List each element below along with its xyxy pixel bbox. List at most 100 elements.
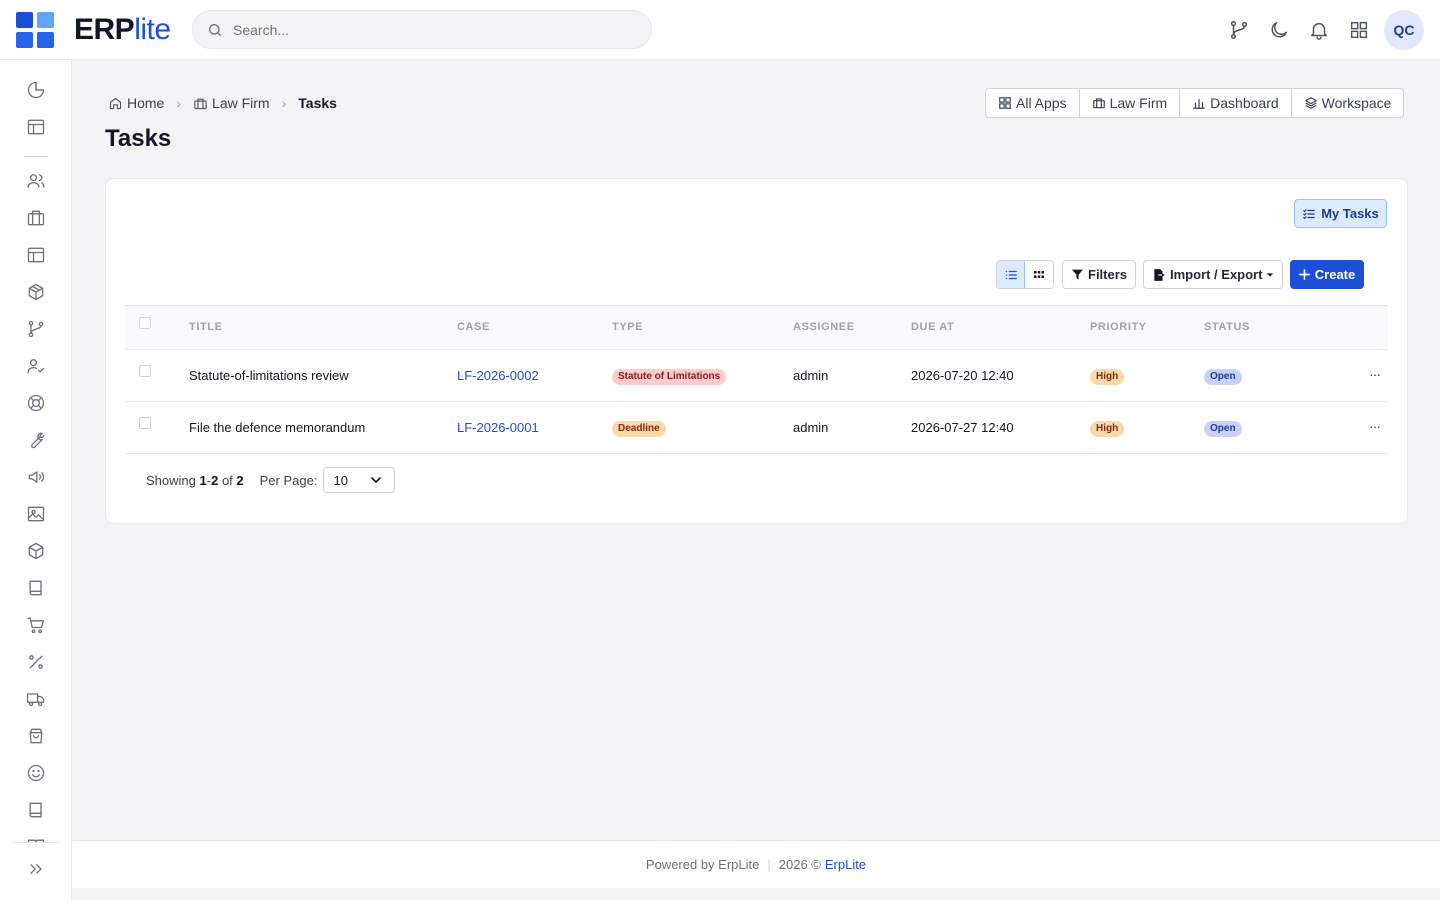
pie-chart-icon[interactable] <box>26 80 46 100</box>
caret-down-icon <box>1266 271 1274 279</box>
book-icon[interactable] <box>26 578 46 598</box>
breadcrumb-law-firm-label: Law Firm <box>212 95 270 111</box>
row-actions-icon[interactable]: ··· <box>1369 418 1381 434</box>
powered-by: Powered by ErpLite <box>645 857 760 872</box>
file-export-icon <box>1152 268 1166 282</box>
wrench-icon[interactable] <box>26 430 46 450</box>
grid-icon <box>998 96 1012 110</box>
dashboard-button[interactable]: Dashboard <box>1179 89 1291 117</box>
smile-icon[interactable] <box>26 763 46 783</box>
status-badge: Open <box>1204 421 1242 437</box>
pagination: Showing 1-2 of 2 Per Page: 10 <box>146 467 396 493</box>
breadcrumb-home[interactable]: Home <box>108 95 164 111</box>
workspace-label: Workspace <box>1321 95 1392 111</box>
table-row[interactable]: Statute-of-limitations review LF-2026-00… <box>125 350 1388 402</box>
due-at: 2026-07-27 12:40 <box>911 420 1014 435</box>
chevron-down-icon <box>370 474 382 486</box>
footer-brand-link[interactable]: ErpLite <box>825 857 866 872</box>
row-checkbox[interactable] <box>139 365 151 377</box>
sidebar <box>0 60 72 900</box>
briefcase-icon[interactable] <box>26 208 46 228</box>
package-icon[interactable] <box>26 282 46 302</box>
grid-view-button[interactable] <box>1025 261 1053 288</box>
workspace-button[interactable]: Workspace <box>1290 89 1404 117</box>
row-checkbox[interactable] <box>139 417 151 429</box>
git-branch-icon[interactable] <box>1228 19 1250 41</box>
column-due-at[interactable]: DUE AT <box>911 321 954 333</box>
filters-button[interactable]: Filters <box>1062 260 1137 289</box>
moon-icon[interactable] <box>1268 19 1290 41</box>
list-view-button[interactable] <box>997 261 1025 288</box>
row-actions-icon[interactable]: ··· <box>1369 366 1381 382</box>
column-title[interactable]: TITLE <box>189 321 223 333</box>
list-check-icon <box>1302 207 1316 221</box>
users-icon[interactable] <box>26 171 46 191</box>
home-icon <box>108 96 123 111</box>
life-buoy-icon[interactable] <box>26 393 46 413</box>
priority-badge: High <box>1090 369 1125 385</box>
logo-bold: ERP <box>74 13 135 46</box>
task-title[interactable]: Statute-of-limitations review <box>189 368 349 383</box>
dashboard-label: Dashboard <box>1210 95 1279 111</box>
column-priority[interactable]: PRIORITY <box>1090 321 1147 333</box>
shopping-bag-icon[interactable] <box>26 726 46 746</box>
import-export-button[interactable]: Import / Export <box>1143 260 1284 289</box>
breadcrumb-home-label: Home <box>127 95 165 111</box>
column-assignee[interactable]: ASSIGNEE <box>793 321 855 333</box>
app-switcher: All Apps Law Firm Dashboard Workspace <box>985 88 1405 118</box>
select-all-checkbox[interactable] <box>139 317 151 329</box>
top-bar: ERPlite QC <box>0 0 1440 60</box>
law-firm-button[interactable]: Law Firm <box>1078 89 1180 117</box>
building-icon <box>1092 96 1106 110</box>
column-case[interactable]: CASE <box>457 321 490 333</box>
table-header: TITLE CASE TYPE ASSIGNEE DUE AT PRIORITY… <box>125 305 1388 350</box>
bar-chart-icon <box>1192 96 1206 110</box>
layers-icon <box>1304 96 1318 110</box>
layout-icon[interactable] <box>26 245 46 265</box>
user-check-icon[interactable] <box>26 356 46 376</box>
grid-icon[interactable] <box>1348 19 1370 41</box>
my-tasks-button[interactable]: My Tasks <box>1294 199 1387 228</box>
image-icon[interactable] <box>26 504 46 524</box>
create-button[interactable]: Create <box>1290 260 1364 289</box>
tasks-card: My Tasks Filters Import / Export Create … <box>105 178 1408 524</box>
per-page-select[interactable]: 10 <box>323 467 396 493</box>
avatar[interactable]: QC <box>1384 10 1424 50</box>
task-title[interactable]: File the defence memorandum <box>189 420 365 435</box>
page-title: Tasks <box>105 125 172 152</box>
table-row[interactable]: File the defence memorandum LF-2026-0001… <box>125 402 1388 454</box>
megaphone-icon[interactable] <box>26 467 46 487</box>
of-label: of <box>221 472 233 488</box>
layout-icon[interactable] <box>26 117 46 137</box>
due-at: 2026-07-20 12:40 <box>911 368 1014 383</box>
case-link[interactable]: LF-2026-0001 <box>457 420 539 435</box>
logo-icon[interactable] <box>16 12 54 48</box>
copyright: 2026 © <box>778 857 821 872</box>
logo-text[interactable]: ERPlite <box>74 14 171 46</box>
logo-light: lite <box>134 13 171 46</box>
book-icon[interactable] <box>26 800 46 820</box>
sidebar-divider <box>24 156 48 157</box>
per-page-value: 10 <box>333 472 348 488</box>
breadcrumb-current: Tasks <box>298 95 337 111</box>
box-icon[interactable] <box>26 541 46 561</box>
cart-icon[interactable] <box>26 615 46 635</box>
chevrons-right-icon[interactable] <box>26 859 46 879</box>
search-input[interactable] <box>233 11 633 48</box>
total-count: 2 <box>236 472 244 488</box>
create-label: Create <box>1314 267 1356 282</box>
case-link[interactable]: LF-2026-0002 <box>457 368 539 383</box>
view-toggle <box>996 260 1054 289</box>
status-badge: Open <box>1204 369 1242 385</box>
git-branch-icon[interactable] <box>26 319 46 339</box>
breadcrumb-law-firm[interactable]: Law Firm <box>193 95 270 111</box>
percent-icon[interactable] <box>26 652 46 672</box>
truck-icon[interactable] <box>26 689 46 709</box>
column-type[interactable]: TYPE <box>612 321 643 333</box>
grid-icon <box>1033 269 1045 281</box>
bell-icon[interactable] <box>1308 19 1330 41</box>
all-apps-button[interactable]: All Apps <box>986 89 1079 117</box>
chevron-right-icon: › <box>281 95 287 111</box>
showing-label: Showing <box>146 472 196 488</box>
column-status[interactable]: STATUS <box>1204 321 1250 333</box>
